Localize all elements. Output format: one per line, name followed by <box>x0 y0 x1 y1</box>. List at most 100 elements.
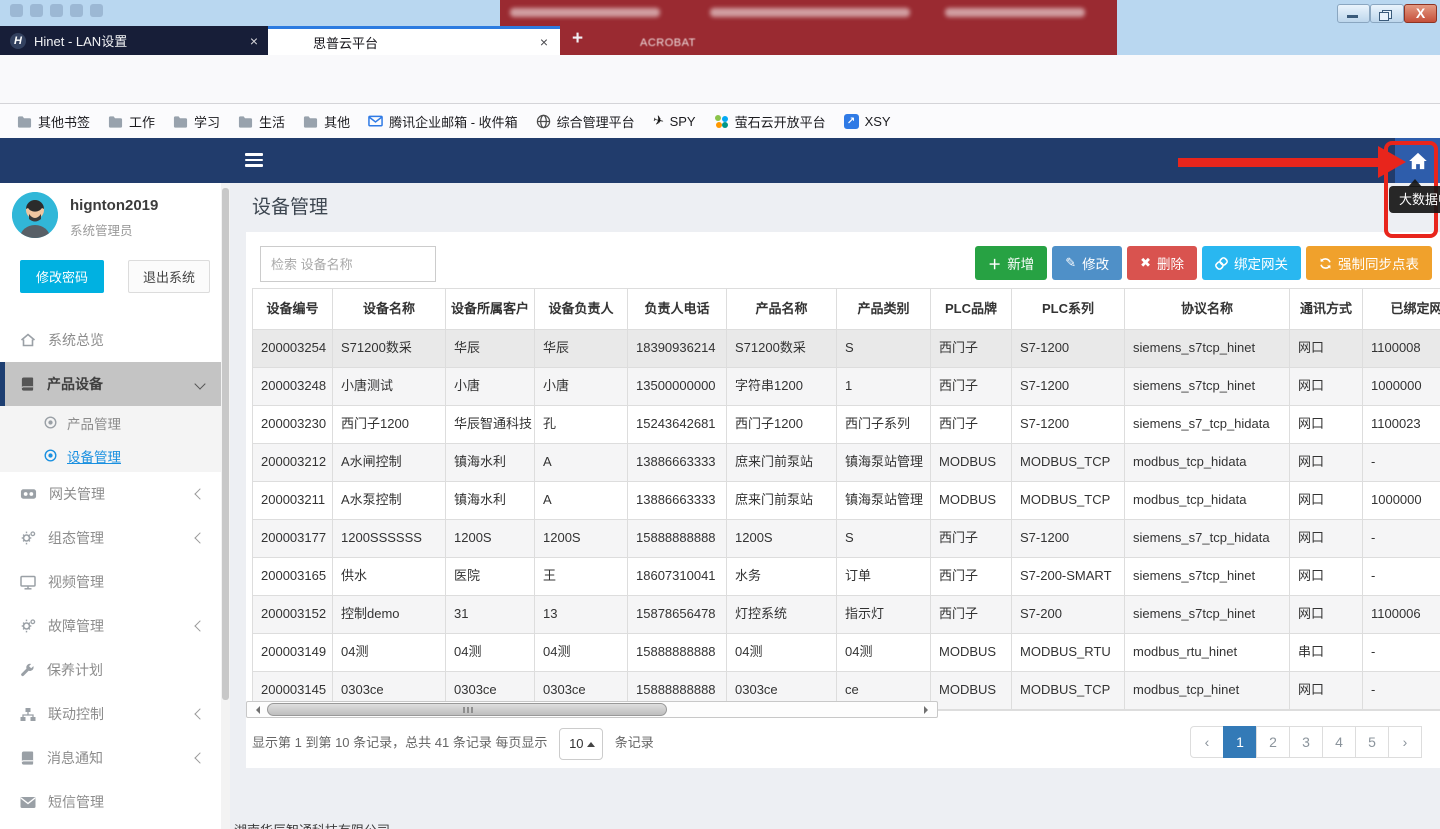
table-row[interactable]: 200003248 小唐测试 小唐 小唐 13500000000 字符串1200… <box>253 368 1440 406</box>
page-button[interactable]: 3 <box>1289 726 1323 758</box>
sidebar-item-system-overview[interactable]: 系统总览 <box>0 318 222 362</box>
sidebar-item-video-mgmt[interactable]: 视频管理 <box>0 560 222 604</box>
content-card: ＋新增 ✎修改 ✖删除 绑定网关 强制同步点表 设备编号设备名称设备所属客户设备… <box>246 232 1440 768</box>
sidebar-item-maintenance-plan[interactable]: 保养计划 <box>0 648 222 692</box>
page-size-dropdown[interactable]: 10 <box>559 728 603 760</box>
x-icon: ✖ <box>1140 255 1151 271</box>
bookmark-folder-work[interactable]: 工作 <box>99 109 164 133</box>
bookmark-xsy[interactable]: ↗ XSY <box>835 109 900 133</box>
table-row[interactable]: 200003212 A水闸控制 镇海水利 A 13886663333 庶来门前泵… <box>253 444 1440 482</box>
device-search-input[interactable] <box>260 246 436 282</box>
ezviz-logo-icon <box>714 114 729 129</box>
taskbar-icon <box>90 4 103 17</box>
bookmark-folder-misc[interactable]: 其他 <box>294 109 359 133</box>
chevron-left-icon <box>194 752 205 763</box>
tab-sipu-cloud[interactable]: 思普云平台 × <box>268 26 560 55</box>
table-row[interactable]: 200003152 控制demo 31 13 15878656478 灯控系统 … <box>253 596 1440 634</box>
column-header[interactable]: 设备名称 <box>333 289 446 329</box>
column-header[interactable]: 已绑定网关 <box>1363 289 1440 329</box>
sidebar-item-gateway-mgmt[interactable]: 网关管理 <box>0 472 222 516</box>
column-header[interactable]: 负责人电话 <box>628 289 727 329</box>
sidebar-item-product-device[interactable]: 产品设备 <box>0 362 222 406</box>
bookmark-spy[interactable]: ✈ SPY <box>644 109 705 133</box>
column-header[interactable]: PLC品牌 <box>931 289 1012 329</box>
page-button[interactable]: 2 <box>1256 726 1290 758</box>
chevron-left-icon <box>194 620 205 631</box>
sitemap-icon <box>20 707 36 722</box>
delete-button[interactable]: ✖删除 <box>1127 246 1197 280</box>
sidebar-item-config-mgmt[interactable]: 组态管理 <box>0 516 222 560</box>
page-button[interactable]: 5 <box>1355 726 1389 758</box>
device-table: 设备编号设备名称设备所属客户设备负责人负责人电话产品名称产品类别PLC品牌PLC… <box>252 288 1440 711</box>
tab-hinet[interactable]: H Hinet - LAN设置 × <box>0 26 268 55</box>
bookmark-folder-other-bookmarks[interactable]: 其他书签 <box>8 109 99 133</box>
sidebar-toggle-button[interactable] <box>245 153 263 167</box>
column-header[interactable]: 协议名称 <box>1125 289 1290 329</box>
mail-icon <box>20 796 36 809</box>
sidebar-item-product-mgmt[interactable]: 产品管理 <box>0 406 222 439</box>
avatar[interactable] <box>12 192 58 238</box>
column-header[interactable]: 产品名称 <box>727 289 837 329</box>
dot-circle-icon <box>44 416 57 429</box>
table-row[interactable]: 200003230 西门子1200 华辰智通科技 孔 15243642681 西… <box>253 406 1440 444</box>
tab-close-icon[interactable]: × <box>250 33 258 49</box>
scroll-right-icon[interactable] <box>924 706 932 714</box>
scrollbar-thumb[interactable] <box>267 703 667 716</box>
sidebar-item-sms-mgmt[interactable]: 短信管理 <box>0 780 222 824</box>
column-header[interactable]: 设备负责人 <box>535 289 628 329</box>
new-tab-button[interactable]: + <box>572 28 583 50</box>
wrench-icon <box>20 663 35 678</box>
annotation-arrow <box>1178 158 1378 167</box>
taskbar-icon <box>10 4 23 17</box>
bookmark-ezviz[interactable]: 萤石云开放平台 <box>705 109 835 133</box>
minimize-button[interactable] <box>1337 4 1370 23</box>
username: hignton2019 <box>70 197 158 214</box>
scroll-left-icon[interactable] <box>252 706 260 714</box>
horizontal-scrollbar[interactable] <box>246 701 938 718</box>
xsy-logo-icon: ↗ <box>844 114 859 129</box>
table-row[interactable]: 200003211 A水泵控制 镇海水利 A 13886663333 庶来门前泵… <box>253 482 1440 520</box>
sidebar-item-message-notice[interactable]: 消息通知 <box>0 736 222 780</box>
sidebar-scrollbar-thumb[interactable] <box>222 188 229 700</box>
screen: X H Hinet - LAN设置 × 思普云平台 × + ACROBAT <box>0 0 1440 829</box>
column-header[interactable]: 设备所属客户 <box>446 289 535 329</box>
restore-button[interactable] <box>1370 4 1404 23</box>
plus-icon: ＋ <box>988 254 1001 273</box>
bookmark-mgmt-platform[interactable]: 综合管理平台 <box>527 109 644 133</box>
column-header[interactable]: 通讯方式 <box>1290 289 1363 329</box>
edit-button[interactable]: ✎修改 <box>1052 246 1122 280</box>
sidebar-item-fault-mgmt[interactable]: 故障管理 <box>0 604 222 648</box>
table-row[interactable]: 200003165 供水 医院 王 18607310041 水务 订单 西门子 … <box>253 558 1440 596</box>
force-sync-button[interactable]: 强制同步点表 <box>1306 246 1432 280</box>
logout-button[interactable]: 退出系统 <box>128 260 210 293</box>
column-header[interactable]: 设备编号 <box>253 289 333 329</box>
plane-icon: ✈ <box>651 112 665 130</box>
add-button[interactable]: ＋新增 <box>975 246 1047 280</box>
pencil-icon: ✎ <box>1065 255 1076 271</box>
page-button[interactable]: ‹ <box>1190 726 1224 758</box>
column-header[interactable]: 产品类别 <box>837 289 931 329</box>
folder-icon <box>17 115 32 128</box>
bind-gateway-button[interactable]: 绑定网关 <box>1202 246 1301 280</box>
table-row[interactable]: 200003177 1200SSSSSS 1200S 1200S 1588888… <box>253 520 1440 558</box>
book-icon <box>20 750 35 766</box>
change-password-button[interactable]: 修改密码 <box>20 260 104 293</box>
close-button[interactable]: X <box>1404 4 1437 23</box>
table-body: 200003254 S71200数采 华辰 华辰 18390936214 S71… <box>253 330 1440 710</box>
bookmark-tencent-mail[interactable]: 腾讯企业邮箱 - 收件箱 <box>359 109 527 133</box>
sidebar-item-device-mgmt[interactable]: 设备管理 <box>0 439 222 472</box>
bookmark-folder-study[interactable]: 学习 <box>164 109 229 133</box>
page-button[interactable]: › <box>1388 726 1422 758</box>
column-header[interactable]: PLC系列 <box>1012 289 1125 329</box>
home-tooltip: 大数据中心 <box>1389 186 1440 213</box>
browser-toolbar: iot.idosp.net/admin/index.html# 80% ··· … <box>0 55 1440 104</box>
page-button[interactable]: 1 <box>1223 726 1257 758</box>
sidebar-item-linkage-control[interactable]: 联动控制 <box>0 692 222 736</box>
chevron-left-icon <box>194 488 205 499</box>
table-row[interactable]: 200003149 04测 04测 04测 15888888888 04测 04… <box>253 634 1440 672</box>
pagination-info: 显示第 1 到第 10 条记录，总共 41 条记录 每页显示 10 条记录 <box>252 726 654 760</box>
bookmark-folder-life[interactable]: 生活 <box>229 109 294 133</box>
tab-close-icon[interactable]: × <box>540 34 548 50</box>
table-row[interactable]: 200003254 S71200数采 华辰 华辰 18390936214 S71… <box>253 330 1440 368</box>
page-button[interactable]: 4 <box>1322 726 1356 758</box>
